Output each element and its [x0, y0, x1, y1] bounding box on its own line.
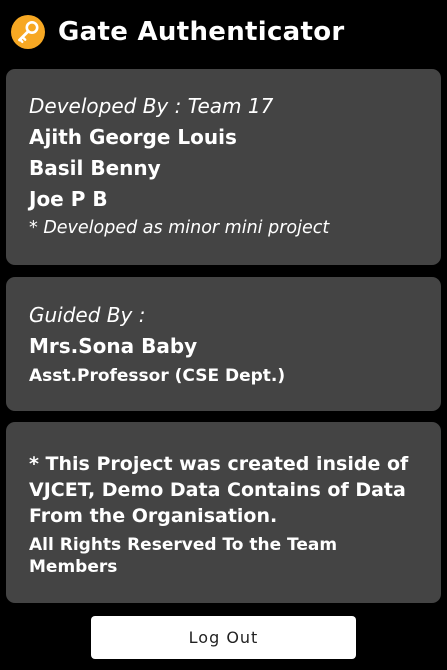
logout-button[interactable]: Log Out	[91, 616, 356, 659]
project-note: * Developed as minor mini project	[29, 218, 330, 238]
developer-name: Basil Benny	[29, 156, 161, 180]
developers-heading: Developed By : Team 17	[29, 94, 274, 118]
developer-name: Ajith George Louis	[29, 125, 237, 149]
info-card: * This Project was created inside of VJC…	[6, 422, 441, 603]
developer-name: Joe P B	[29, 187, 108, 211]
guide-heading: Guided By :	[29, 303, 146, 327]
guide-card: Guided By : Mrs.Sona Baby Asst.Professor…	[6, 277, 441, 411]
developers-card: Developed By : Team 17 Ajith George Loui…	[6, 69, 441, 265]
guide-designation: Asst.Professor (CSE Dept.)	[29, 366, 286, 386]
key-icon	[11, 15, 45, 49]
app-title: Gate Authenticator	[58, 17, 345, 47]
project-statement: * This Project was created inside of VJC…	[29, 453, 409, 527]
guide-name: Mrs.Sona Baby	[29, 334, 198, 358]
rights-text: All Rights Reserved To the Team Members	[29, 535, 338, 577]
app-bar: Gate Authenticator	[0, 0, 447, 64]
